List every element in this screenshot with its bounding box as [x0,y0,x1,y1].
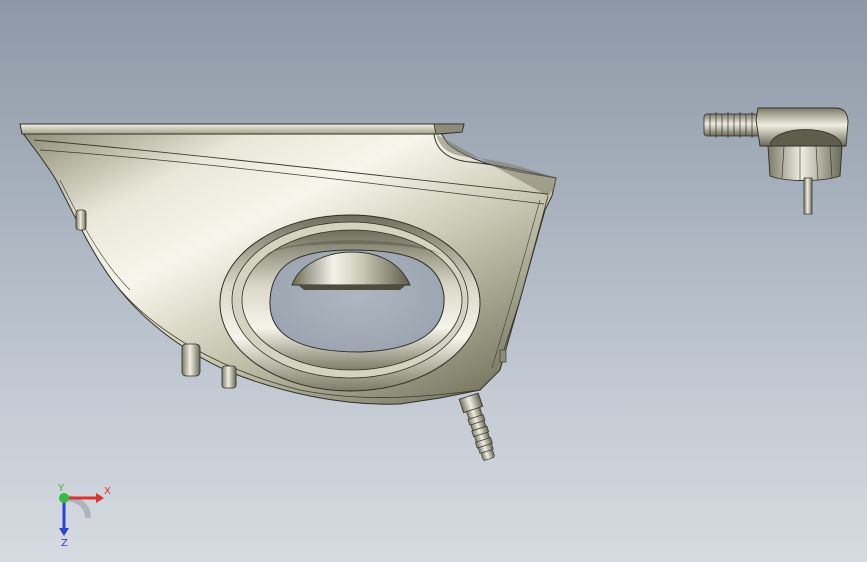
x-axis-label: X [104,486,111,497]
y-axis-label: Y [57,483,65,494]
orientation-triad: X Y Z [57,483,111,549]
cord-strain-relief[interactable] [458,392,498,462]
z-axis-label: Z [61,538,68,549]
power-plug[interactable] [703,107,849,215]
iron-body[interactable] [19,123,557,405]
cad-viewport[interactable]: X Y Z [0,0,867,562]
y-axis-dot [59,493,69,503]
model-graphics-area[interactable] [0,0,867,562]
